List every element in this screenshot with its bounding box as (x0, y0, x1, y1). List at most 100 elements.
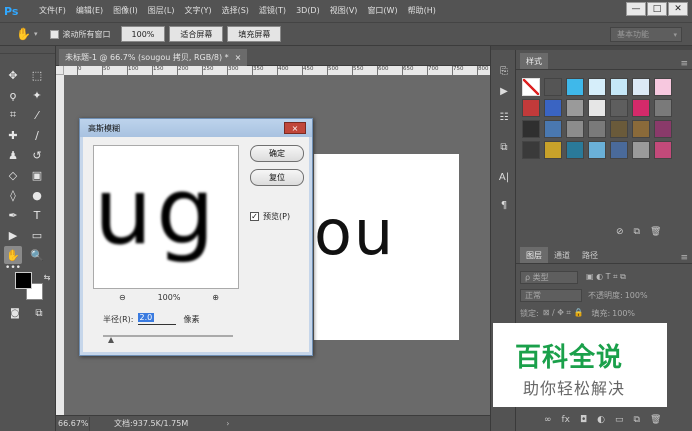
lock-icons[interactable]: ⊠ ∕ ✥ ⌗ 🔒 (543, 308, 584, 318)
style-swatch[interactable] (566, 99, 584, 117)
history-brush-icon[interactable]: ↺ (28, 146, 46, 164)
style-swatch[interactable] (544, 141, 562, 159)
scroll-all-windows-checkbox[interactable] (49, 29, 59, 39)
actions-play-icon[interactable]: ▶ (495, 82, 513, 100)
style-swatch[interactable] (610, 99, 628, 117)
menu-type[interactable]: 文字(Y) (179, 0, 216, 22)
menu-image[interactable]: 图像(I) (108, 0, 143, 22)
radius-input[interactable]: 2.0 (137, 313, 176, 325)
layer-kind-filter[interactable]: ρ 类型 (520, 270, 578, 284)
style-swatch[interactable] (566, 141, 584, 159)
menu-view[interactable]: 视图(V) (325, 0, 363, 22)
style-swatch[interactable] (588, 99, 606, 117)
character-icon[interactable]: A| (495, 168, 513, 186)
blur-tool-icon[interactable]: ◊ (4, 186, 22, 204)
clone-source-icon[interactable]: ⧉ (495, 138, 513, 156)
magic-wand-icon[interactable]: ✦ (28, 86, 46, 104)
ok-button[interactable]: 确定 (250, 145, 304, 162)
menu-file[interactable]: 文件(F) (34, 0, 71, 22)
style-swatch[interactable] (654, 120, 672, 138)
screen-mode-icon[interactable]: ⧉ (30, 304, 48, 322)
restore-icon[interactable]: □ (647, 2, 667, 16)
blend-mode-select[interactable]: 正常 (520, 288, 582, 302)
zoom-100-button[interactable]: 100% (120, 26, 166, 42)
tab-layers[interactable]: 图层 (520, 247, 548, 263)
status-menu-arrow[interactable]: › (226, 419, 229, 428)
style-swatch[interactable] (566, 120, 584, 138)
foreground-color-swatch[interactable] (15, 272, 32, 289)
close-icon[interactable]: × (284, 122, 306, 134)
menu-window[interactable]: 窗口(W) (362, 0, 402, 22)
tab-styles[interactable]: 样式 (520, 53, 548, 69)
preview-checkbox[interactable]: ✓ (250, 212, 259, 221)
style-swatch[interactable] (654, 78, 672, 96)
menu-edit[interactable]: 编辑(E) (71, 0, 108, 22)
add-mask-icon[interactable]: ◘ (580, 415, 587, 425)
dodge-tool-icon[interactable]: ● (28, 186, 46, 204)
gradient-tool-icon[interactable]: ▣ (28, 166, 46, 184)
stamp-tool-icon[interactable]: ♟ (4, 146, 22, 164)
tab-channels[interactable]: 通道 (548, 247, 576, 263)
fx-icon[interactable]: fx (562, 415, 571, 425)
new-style-icon[interactable]: ⧉ (634, 227, 640, 237)
properties-icon[interactable]: ☷ (495, 108, 513, 126)
tools-panel-header[interactable] (0, 46, 55, 54)
quick-mask-icon[interactable]: ◙ (6, 304, 24, 322)
panels-collapse-bar[interactable] (516, 46, 692, 50)
filter-icons[interactable]: ▣ ◐ T ⌗ ⧉ (586, 272, 626, 282)
ruler-origin[interactable] (56, 66, 64, 75)
hand-icon[interactable]: ✋ (16, 27, 31, 41)
blur-preview[interactable]: ug (93, 145, 239, 289)
workspace-select[interactable]: 基本功能 (610, 27, 682, 42)
adjustment-layer-icon[interactable]: ◐ (597, 415, 605, 425)
move-tool-icon[interactable]: ✥ (4, 66, 22, 84)
horizontal-ruler[interactable]: 0 50 100 150 200 250 300 350 400 450 500 550 600 650 7… (64, 66, 490, 75)
panel-menu-icon[interactable]: ≡ (680, 59, 688, 69)
style-swatch[interactable] (522, 120, 540, 138)
menu-3d[interactable]: 3D(D) (291, 0, 325, 22)
style-swatch[interactable] (522, 99, 540, 117)
style-swatch[interactable] (588, 141, 606, 159)
style-swatch[interactable] (522, 141, 540, 159)
brush-tool-icon[interactable]: ∕ (28, 126, 46, 144)
radius-slider[interactable] (103, 335, 233, 337)
style-swatch[interactable] (632, 78, 650, 96)
menu-filter[interactable]: 滤镜(T) (254, 0, 291, 22)
zoom-out-icon[interactable]: ⊖ (119, 293, 126, 302)
style-swatch[interactable] (588, 78, 606, 96)
lasso-tool-icon[interactable]: ϙ (4, 86, 22, 104)
new-layer-icon[interactable]: ⧉ (634, 415, 640, 425)
dialog-title-bar[interactable]: 高斯模糊 × (80, 119, 312, 137)
menu-help[interactable]: 帮助(H) (403, 0, 441, 22)
document-tab[interactable]: 未标题-1 @ 66.7% (sougou 拷贝, RGB/8) * × (59, 49, 248, 66)
style-swatch[interactable] (632, 141, 650, 159)
radius-slider-thumb[interactable] (108, 337, 114, 343)
swap-colors-icon[interactable]: ⇆ (38, 268, 56, 286)
minimize-icon[interactable]: — (626, 2, 646, 16)
link-layers-icon[interactable]: ∞ (544, 415, 552, 425)
marquee-tool-icon[interactable]: ⬚ (28, 66, 46, 84)
clear-style-icon[interactable]: ⊘ (616, 227, 624, 237)
zoom-level-field[interactable]: 66.67% (56, 416, 90, 431)
new-group-icon[interactable]: ▭ (615, 415, 624, 425)
close-icon[interactable]: × (235, 53, 242, 62)
panel-menu-icon[interactable]: ≡ (680, 253, 688, 263)
eyedropper-icon[interactable]: ⁄ (28, 106, 46, 124)
style-swatch[interactable] (544, 99, 562, 117)
menu-select[interactable]: 选择(S) (217, 0, 254, 22)
zoom-tool-icon[interactable]: 🔍 (28, 246, 46, 264)
style-swatch[interactable] (544, 120, 562, 138)
tab-paths[interactable]: 路径 (576, 247, 604, 263)
trash-icon[interactable]: 🗑 (650, 415, 661, 425)
eraser-icon[interactable]: ◇ (4, 166, 22, 184)
crop-tool-icon[interactable]: ⌗ (4, 106, 22, 124)
vertical-ruler[interactable] (56, 75, 64, 415)
style-swatch[interactable] (654, 141, 672, 159)
chevron-down-icon[interactable]: ▾ (34, 30, 38, 38)
type-tool-icon[interactable]: T (28, 206, 46, 224)
fit-screen-button[interactable]: 适合屏幕 (169, 26, 224, 42)
fill-value[interactable]: 100% (612, 309, 635, 318)
strip-collapse-bar[interactable] (491, 46, 517, 50)
zoom-in-icon[interactable]: ⊕ (212, 293, 219, 302)
close-icon[interactable]: ✕ (668, 2, 688, 16)
